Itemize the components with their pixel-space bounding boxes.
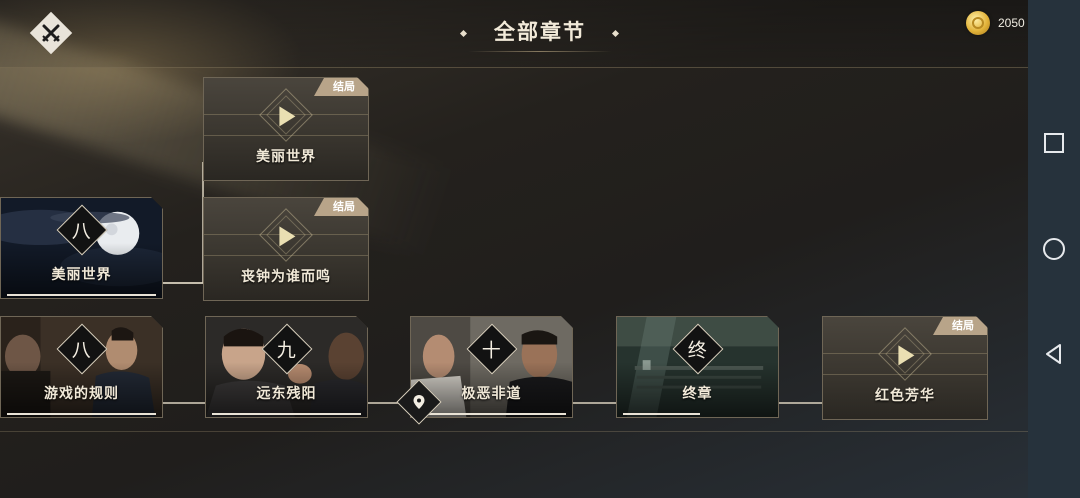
circle-icon [1043,238,1065,260]
progress-bar [417,413,566,415]
chapter-card-red-ending[interactable]: 结局 红色芳华 [822,316,988,420]
progress-bar [7,413,156,415]
chapter-card-8-rules[interactable]: 八 游戏的规则 [0,316,163,418]
bottom-divider [0,431,1028,432]
page-title: 全部章节 [494,19,586,44]
square-icon [1044,133,1064,153]
play-icon [279,106,295,126]
ending-badge: 结局 [314,78,368,96]
progress-bar [212,413,361,415]
close-swords-icon [42,24,60,42]
coin-icon [966,11,990,35]
coin-count: 2050 [998,16,1025,30]
triangle-back-icon [1046,344,1061,364]
play-icon [279,226,295,246]
chapter-card-9[interactable]: 九 远东残阳 [205,316,368,418]
chapter-label: 丧钟为谁而鸣 [241,269,331,285]
title-block: 全部章节 [460,14,620,54]
chapter-label: 红色芳华 [875,388,935,404]
title-underline [468,51,612,52]
chapter-card-mid-ending[interactable]: 结局 丧钟为谁而鸣 [203,197,369,301]
close-button[interactable] [29,11,73,55]
back-button[interactable] [1042,342,1066,366]
ending-badge: 结局 [314,198,368,216]
chapter-card-8-moon[interactable]: 八 美丽世界 [0,197,163,299]
chapter-label: 游戏的规则 [44,386,119,402]
recent-apps-button[interactable] [1042,131,1066,155]
play-icon [898,345,914,365]
chapter-label: 终章 [682,386,713,402]
chapter-label: 远东残阳 [256,386,317,402]
system-nav-bar [1028,0,1080,498]
progress-bar [623,413,700,415]
coin-balance[interactable]: 2050 [966,10,1025,36]
ending-badge: 结局 [933,317,987,335]
progress-bar [7,294,156,296]
chapter-label: 美丽世界 [51,267,112,283]
chapter-card-final[interactable]: 终 终章 [616,316,779,418]
chapter-map: 全部章节 2050 结局 美丽世界 结局 丧钟为谁而鸣 八 美丽世界 八 游戏的… [0,0,1028,498]
chapter-label: 美丽世界 [256,149,316,165]
location-pin-icon [413,395,425,409]
chapter-card-top-ending[interactable]: 结局 美丽世界 [203,77,369,181]
top-bar: 全部章节 2050 [0,0,1028,68]
home-button[interactable] [1042,237,1066,261]
